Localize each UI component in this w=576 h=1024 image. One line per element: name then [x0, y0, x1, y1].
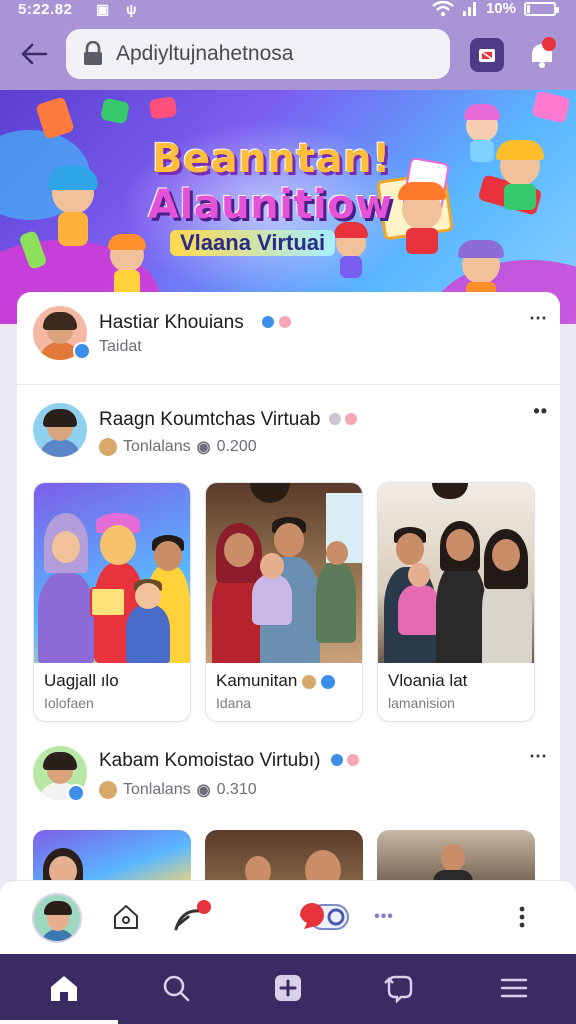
- signal-icon: [462, 1, 476, 16]
- nav-home[interactable]: [42, 968, 86, 1008]
- avatar[interactable]: [33, 403, 87, 457]
- verified-badge-icon: [73, 342, 91, 360]
- my-avatar[interactable]: [32, 893, 82, 943]
- vertical-dots-icon: [519, 906, 525, 928]
- address-bar[interactable]: Apdiyltujnahetnosa: [66, 29, 450, 79]
- status-time: 5:22.82: [18, 1, 73, 18]
- verified-icon: [262, 316, 274, 328]
- url-text: Apdiyltujnahetnosa: [116, 42, 294, 65]
- post-author-name[interactable]: Hastiar Khouians: [99, 312, 244, 334]
- status-dot-icon: [279, 316, 291, 328]
- compose-action-bar: •••: [0, 880, 576, 954]
- post-header[interactable]: Raagn Koumtchas Virtuab Tonlalans ◉ 0.20…: [17, 385, 560, 477]
- toy-block: [99, 97, 131, 125]
- share-button[interactable]: [172, 899, 216, 935]
- verified-icon: [320, 674, 335, 689]
- arrow-left-icon: [21, 43, 48, 65]
- notifications-button[interactable]: [522, 34, 562, 74]
- hero-banner[interactable]: Beanntan! Alaunitiow Vlaana Virtuai: [0, 90, 576, 324]
- post-meta-count: 0.310: [216, 781, 257, 798]
- card-carousel: Uagjall ılo Iolofaen Kamunitan Idana Vlo…: [33, 482, 535, 722]
- more-reactions-button[interactable]: •••: [370, 899, 398, 935]
- group-card-title: Kamunitan: [216, 671, 335, 691]
- group-card-subtitle: lamanision: [388, 695, 455, 711]
- group-card-title: Uagjall ılo: [44, 671, 119, 690]
- post-author-name[interactable]: Kabam Komoistao Virtubı): [99, 750, 320, 772]
- notification-status-icon: ▣: [96, 1, 110, 17]
- verified-icon: [331, 754, 343, 766]
- lock-icon: [84, 41, 102, 65]
- bell-icon: [532, 37, 556, 68]
- emoji-icon: [302, 674, 317, 689]
- bottom-navigation: [0, 954, 576, 1024]
- banner-title-line1: Beanntan!: [152, 136, 391, 182]
- share-icon: [174, 900, 211, 931]
- back-button[interactable]: [16, 36, 52, 72]
- tab-switcher-icon: [479, 49, 495, 62]
- status-dot-icon: [347, 754, 359, 766]
- live-toggle-button[interactable]: [298, 899, 352, 935]
- group-card[interactable]: Kamunitan Idana: [205, 482, 363, 722]
- more-options-button[interactable]: ••: [533, 401, 548, 422]
- hamburger-menu-icon: [500, 978, 528, 998]
- emoji-icon: [99, 781, 117, 799]
- status-dot-icon: [329, 413, 341, 425]
- post-meta: Tonlalans ◉ 0.310: [99, 780, 257, 800]
- tab-switcher-button[interactable]: [470, 38, 504, 72]
- group-card[interactable]: Vloania lat lamanision: [377, 482, 535, 722]
- post-author-name[interactable]: Raagn Koumtchas Virtuab: [99, 409, 320, 431]
- post-meta-count: 0.200: [216, 438, 257, 455]
- home-feed-button[interactable]: [108, 899, 144, 935]
- views-icon: ◉: [196, 782, 211, 799]
- battery-percent: 10%: [485, 0, 516, 17]
- more-options-button[interactable]: ⋯: [529, 746, 548, 767]
- wifi-icon: [432, 0, 454, 16]
- home-icon: [51, 976, 77, 1001]
- battery-icon: [524, 1, 559, 16]
- toggle-icon: [300, 903, 349, 930]
- status-bar: 5:22.82 ▣ ψ 10%: [0, 0, 576, 20]
- group-card-subtitle: Idana: [216, 695, 252, 711]
- post-meta-label: Tonlalans: [123, 781, 191, 798]
- group-card-image: [206, 483, 362, 663]
- group-card-subtitle: Iolofaen: [44, 695, 94, 711]
- post-header[interactable]: Kabam Komoistao Virtubı) Tonlalans ◉ 0.3…: [17, 732, 560, 824]
- browser-toolbar: Apdiyltujnahetnosa: [0, 20, 576, 90]
- active-tab-indicator: [0, 1020, 118, 1024]
- post-header[interactable]: Hastiar Khouians Taidat ⋯: [17, 292, 560, 384]
- ellipsis-icon: •••: [374, 908, 394, 925]
- usb-status-icon: ψ: [126, 1, 137, 17]
- nav-search[interactable]: [154, 968, 198, 1008]
- nav-create[interactable]: [266, 968, 310, 1008]
- group-card-image: [378, 483, 534, 663]
- toy-block: [531, 90, 571, 124]
- toy-block: [148, 96, 178, 120]
- house-icon: [114, 905, 138, 929]
- search-icon: [163, 975, 190, 1002]
- nav-community[interactable]: [378, 968, 422, 1008]
- more-options-button[interactable]: ⋯: [529, 308, 548, 329]
- nav-menu[interactable]: [492, 968, 536, 1008]
- post-meta: Tonlalans ◉ 0.200: [99, 437, 257, 457]
- banner-title-line2: Alaunitiow: [148, 182, 393, 228]
- post-meta-label: Tonlalans: [123, 438, 191, 455]
- status-dot-icon: [345, 413, 357, 425]
- emoji-icon: [99, 438, 117, 456]
- group-card-title: Vloania lat: [388, 671, 468, 690]
- overflow-menu-button[interactable]: [510, 899, 534, 935]
- banner-subtitle: Vlaana Virtuai: [170, 230, 336, 256]
- group-card-image: [34, 483, 190, 663]
- add-icon: [275, 975, 301, 1001]
- loop-icon: [384, 975, 413, 1003]
- feed-panel: Hastiar Khouians Taidat ⋯ Raagn Koumtcha…: [17, 292, 560, 892]
- views-icon: ◉: [196, 439, 211, 456]
- verified-badge-icon: [67, 784, 85, 802]
- group-card[interactable]: Uagjall ılo Iolofaen: [33, 482, 191, 722]
- post-meta: Taidat: [99, 338, 142, 355]
